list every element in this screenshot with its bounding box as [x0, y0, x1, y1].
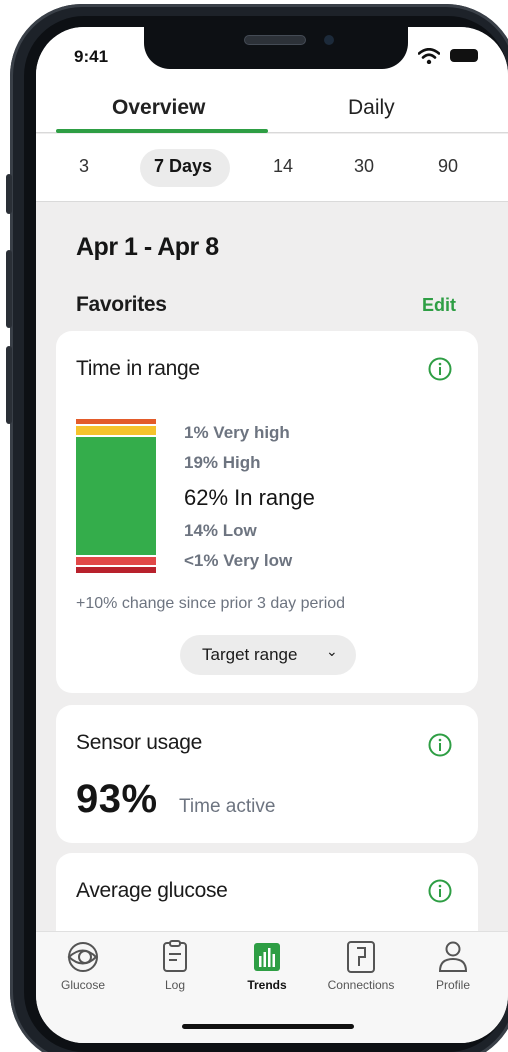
very-low-label: <1% Very low	[184, 551, 293, 570]
range-option-90[interactable]: 90	[438, 156, 458, 177]
nav-glucose[interactable]: Glucose	[40, 940, 126, 992]
nav-label-log: Log	[164, 978, 186, 992]
info-icon[interactable]	[428, 733, 452, 757]
status-bar: 9:41	[36, 27, 508, 83]
in-range-label: 62% In range	[184, 485, 315, 510]
chevron-down-icon: ⌄	[326, 643, 338, 659]
home-indicator	[182, 1024, 354, 1029]
speaker	[244, 35, 306, 45]
nav-connections[interactable]: Connections	[318, 940, 404, 992]
sensor-usage-unit: Time active	[179, 796, 276, 817]
mute-switch	[6, 174, 12, 214]
nav-label-glucose: Glucose	[60, 978, 106, 992]
range-selector: 3 7 Days 14 30 90	[36, 134, 508, 202]
clipboard-icon	[163, 940, 187, 972]
camera	[324, 35, 334, 45]
card-title: Average glucose	[76, 879, 228, 902]
card-title: Time in range	[76, 357, 200, 380]
nav-trends[interactable]: Trends	[224, 940, 310, 992]
time-in-range-bar	[76, 419, 156, 573]
very-high-segment	[76, 419, 156, 424]
time-in-range-card[interactable]: Time in range 1% Very high 19% High 62% …	[56, 331, 478, 693]
nav-label-profile: Profile	[435, 978, 470, 992]
target-range-button[interactable]: Target range ⌄	[180, 635, 356, 675]
low-label: 14% Low	[184, 521, 257, 540]
tab-daily[interactable]: Daily	[348, 96, 395, 120]
high-label: 19% High	[184, 453, 261, 472]
sensor-usage-card[interactable]: Sensor usage 93% Time active	[56, 705, 478, 843]
very-low-segment	[76, 567, 156, 573]
edit-button[interactable]: Edit	[422, 295, 456, 316]
active-tab-indicator	[56, 129, 268, 133]
nav-label-trends: Trends	[247, 978, 287, 992]
top-tabs: Overview Daily	[36, 83, 508, 133]
wifi-icon	[418, 48, 440, 64]
nav-profile[interactable]: Profile	[410, 940, 496, 992]
connections-icon	[347, 941, 375, 973]
app-screen: 9:41 Overview Daily 3 7 Days 14 30 90 Ap…	[36, 27, 508, 1043]
range-option-3[interactable]: 3	[79, 156, 89, 177]
in-range-segment	[76, 437, 156, 555]
info-icon[interactable]	[428, 357, 452, 381]
target-range-label: Target range	[202, 645, 298, 664]
range-option-7-days[interactable]: 7 Days	[154, 156, 212, 177]
card-title: Sensor usage	[76, 731, 202, 754]
volume-down-button	[6, 346, 12, 424]
nav-log[interactable]: Log	[132, 940, 218, 992]
favorites-heading: Favorites	[76, 293, 167, 316]
info-icon[interactable]	[428, 879, 452, 903]
low-segment	[76, 557, 156, 565]
change-text: +10% change since prior 3 day period	[76, 595, 346, 612]
range-option-14[interactable]: 14	[273, 156, 293, 177]
sensor-usage-value: 93%	[76, 777, 158, 821]
high-segment	[76, 426, 156, 435]
person-icon	[438, 941, 468, 972]
tab-overview[interactable]: Overview	[112, 96, 205, 120]
sensor-icon	[67, 942, 98, 972]
range-option-30[interactable]: 30	[354, 156, 374, 177]
bottom-nav: Glucose Log Trends Connections Profile	[36, 931, 508, 1043]
battery-icon	[450, 49, 478, 62]
volume-up-button	[6, 250, 12, 328]
notch	[144, 27, 408, 69]
very-high-label: 1% Very high	[184, 423, 290, 442]
status-time: 9:41	[74, 47, 109, 66]
date-range-title: Apr 1 - Apr 8	[76, 233, 219, 261]
nav-label-connections: Connections	[327, 978, 395, 992]
bar-chart-icon	[254, 943, 280, 971]
